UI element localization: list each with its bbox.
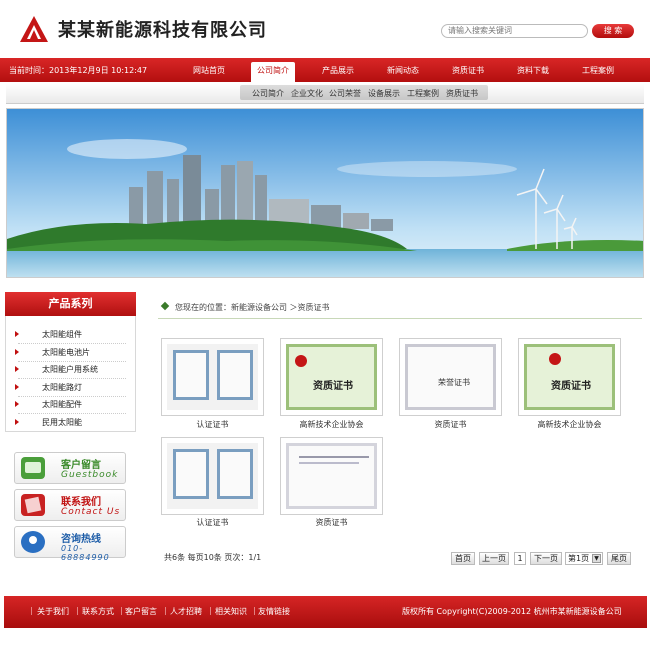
footer-link-jobs[interactable]: 人才招聘 xyxy=(170,606,202,617)
prev-page-button[interactable]: 上一页 xyxy=(479,552,509,565)
nav-item-about[interactable]: 公司简介 xyxy=(251,62,295,82)
nav-item-cases[interactable]: 工程案例 xyxy=(582,65,614,76)
company-logo xyxy=(20,16,48,42)
sidebar-item-solar-module[interactable]: 太阳能组件 xyxy=(42,329,82,340)
contact-us-button[interactable]: 联系我们 Contact Us xyxy=(14,489,126,521)
footer-link-knowledge[interactable]: 相关知识 xyxy=(215,606,247,617)
sidebar-item-civil-solar[interactable]: 民用太阳能 xyxy=(42,417,82,428)
certificate-caption[interactable]: 认证证书 xyxy=(161,517,264,528)
last-page-button[interactable]: 尾页 xyxy=(607,552,631,565)
footer-link-guestbook[interactable]: 客户留言 xyxy=(125,606,157,617)
footer-link-contact[interactable]: 联系方式 xyxy=(82,606,114,617)
certificate-thumb[interactable] xyxy=(280,437,383,515)
certificate-caption[interactable]: 资质证书 xyxy=(399,419,502,430)
next-page-button[interactable]: 下一页 xyxy=(530,552,562,565)
footer-link-friends[interactable]: 友情链接 xyxy=(258,606,290,617)
nav-item-certificates[interactable]: 资质证书 xyxy=(452,65,484,76)
arrow-icon xyxy=(15,331,19,337)
subnav-item-certificates[interactable]: 资质证书 xyxy=(446,88,478,99)
certificate-thumb[interactable] xyxy=(161,437,264,515)
divider xyxy=(158,318,642,319)
page-select[interactable]: 第1页 ▼ xyxy=(565,552,603,565)
hotline-button[interactable]: 咨询热线 010-68884990 xyxy=(14,526,126,562)
current-page[interactable]: 1 xyxy=(514,552,526,565)
nav-item-products[interactable]: 产品展示 xyxy=(322,65,354,76)
banner-image xyxy=(6,108,644,278)
arrow-icon xyxy=(15,366,19,372)
subnav-item-cases[interactable]: 工程案例 xyxy=(407,88,439,99)
main-nav: 当前时间：2013年12月9日 10:12:47 网站首页 公司简介 产品展示 … xyxy=(0,58,650,82)
certificate-caption[interactable]: 认证证书 xyxy=(161,419,264,430)
nav-item-home[interactable]: 网站首页 xyxy=(193,65,225,76)
search-input[interactable]: 请输入搜索关键词 xyxy=(441,24,588,38)
support-avatar-icon xyxy=(21,531,45,553)
sidebar-item-solar-cell[interactable]: 太阳能电池片 xyxy=(42,347,90,358)
nav-item-news[interactable]: 新闻动态 xyxy=(387,65,419,76)
sidebar-item-home-system[interactable]: 太阳能户用系统 xyxy=(42,364,98,375)
sidebar-title: 产品系列 xyxy=(5,292,136,316)
certificate-thumb[interactable]: 资质证书 xyxy=(518,338,621,416)
arrow-icon xyxy=(15,419,19,425)
guestbook-icon xyxy=(21,457,45,479)
certificate-thumb[interactable] xyxy=(161,338,264,416)
search-button[interactable]: 搜 索 xyxy=(592,24,634,38)
arrow-icon xyxy=(15,401,19,407)
chevron-down-icon[interactable]: ▼ xyxy=(592,554,601,563)
footer-link-about[interactable]: 关于我们 xyxy=(37,606,69,617)
nav-item-downloads[interactable]: 资料下载 xyxy=(517,65,549,76)
certificate-thumb[interactable]: 资质证书 xyxy=(280,338,383,416)
certificate-caption[interactable]: 资质证书 xyxy=(280,517,383,528)
subnav-item-culture[interactable]: 企业文化 xyxy=(291,88,323,99)
subnav-item-about[interactable]: 公司简介 xyxy=(252,88,284,99)
certificate-thumb[interactable]: 荣誉证书 xyxy=(399,338,502,416)
company-name: 某某新能源科技有限公司 xyxy=(58,20,267,41)
book-icon xyxy=(21,494,45,516)
pagination-info: 共6条 每页10条 页次：1/1 xyxy=(164,553,262,562)
certificate-caption[interactable]: 高新技术企业协会 xyxy=(518,419,621,430)
first-page-button[interactable]: 首页 xyxy=(451,552,475,565)
footer: | 关于我们 | 联系方式 | 客户留言 | 人才招聘 | 相关知识 | 友情链… xyxy=(4,596,647,628)
subnav-item-equipment[interactable]: 设备展示 xyxy=(368,88,400,99)
guestbook-button[interactable]: 客户留言 Guestbook xyxy=(14,452,126,484)
arrow-icon xyxy=(15,384,19,390)
breadcrumb: 您现在的位置：新能源设备公司 ＞资质证书 xyxy=(175,303,330,312)
certificate-caption[interactable]: 高新技术企业协会 xyxy=(280,419,383,430)
current-datetime: 当前时间：2013年12月9日 10:12:47 xyxy=(9,66,148,75)
arrow-icon xyxy=(15,349,19,355)
sidebar-item-accessories[interactable]: 太阳能配件 xyxy=(42,399,82,410)
breadcrumb-icon xyxy=(160,301,170,311)
sidebar-item-street-light[interactable]: 太阳能路灯 xyxy=(42,382,82,393)
subnav-item-honors[interactable]: 公司荣誉 xyxy=(329,88,361,99)
copyright: 版权所有 Copyright(C)2009-2012 杭州市某新能源设备公司 xyxy=(402,607,622,616)
